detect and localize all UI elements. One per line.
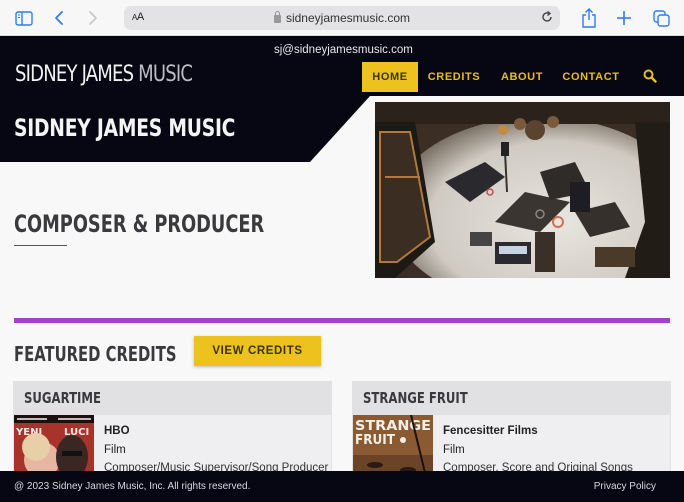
studio-photo [375, 102, 670, 278]
nav-home[interactable]: HOME [362, 62, 418, 92]
search-icon[interactable] [643, 69, 657, 83]
subtitle-underline [14, 245, 67, 246]
credit-card-strange-fruit[interactable]: STRANGE FRUIT STRANGE FRUIT Fencesitter … [352, 381, 671, 481]
url-text: sidneyjamesmusic.com [285, 11, 411, 25]
svg-text:STRANGE: STRANGE [355, 419, 431, 434]
credit-card-sugartime[interactable]: SUGARTIME YENI LUCI HBO Film Composer/Mu… [13, 381, 332, 481]
new-tab-icon[interactable] [616, 8, 632, 28]
privacy-policy-link[interactable]: Privacy Policy [594, 481, 656, 492]
browser-toolbar: AA sidneyjamesmusic.com [0, 0, 684, 36]
hero-title: SIDNEY JAMES MUSIC [14, 114, 236, 142]
card-title[interactable]: STRANGE FRUIT [363, 382, 602, 415]
card-header: SUGARTIME [14, 382, 331, 415]
copyright-text: @ 2023 Sidney James Music, Inc. All righ… [14, 481, 251, 492]
sidebar-icon[interactable] [14, 8, 34, 28]
site-footer: @ 2023 Sidney James Music, Inc. All righ… [0, 471, 684, 502]
logo-music: MUSIC [138, 62, 193, 87]
nav-contact[interactable]: CONTACT [558, 62, 624, 92]
site-logo[interactable]: SIDNEY JAMES MUSIC [15, 62, 193, 87]
share-icon[interactable] [580, 8, 598, 28]
forward-icon[interactable] [86, 8, 100, 28]
contact-email[interactable]: sj@sidneyjamesmusic.com [274, 44, 413, 56]
reload-icon[interactable] [541, 10, 553, 26]
credit-company: HBO [104, 425, 130, 437]
card-title[interactable]: SUGARTIME [24, 382, 263, 415]
credit-type: Film [443, 444, 465, 456]
featured-credits-title: FEATURED CREDITS [14, 342, 177, 366]
card-header: STRANGE FRUIT [353, 382, 670, 415]
logo-name: SIDNEY JAMES [15, 62, 134, 87]
address-bar[interactable]: AA sidneyjamesmusic.com [124, 6, 560, 30]
tabs-icon[interactable] [652, 8, 670, 28]
svg-text:FRUIT: FRUIT [355, 433, 395, 448]
credit-company: Fencesitter Films [443, 425, 538, 437]
back-icon[interactable] [52, 8, 66, 28]
section-divider [14, 318, 670, 323]
hero-subtitle: COMPOSER & PRODUCER [14, 210, 265, 238]
url-display[interactable]: sidneyjamesmusic.com [124, 11, 560, 25]
view-credits-button[interactable]: VIEW CREDITS [194, 336, 321, 366]
credit-type: Film [104, 444, 126, 456]
nav-credits[interactable]: CREDITS [424, 62, 484, 92]
nav-about[interactable]: ABOUT [496, 62, 548, 92]
lock-icon [273, 11, 281, 23]
